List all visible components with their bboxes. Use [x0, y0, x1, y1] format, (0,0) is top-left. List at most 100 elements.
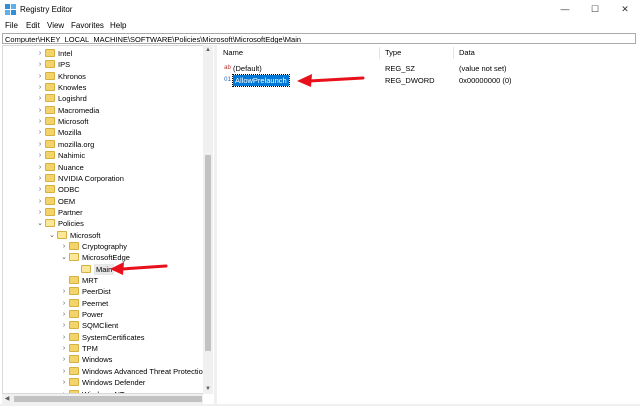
chevron-right-icon[interactable]: ›	[37, 184, 43, 195]
tree-item[interactable]: › Khronos	[3, 71, 203, 82]
tree-item[interactable]: › SystemCertificates	[3, 332, 203, 343]
tree-item-label: SQMClient	[82, 321, 119, 331]
tree-item[interactable]: › Mozilla	[3, 127, 203, 138]
chevron-right-icon[interactable]: ›	[37, 116, 43, 127]
chevron-right-icon[interactable]: ›	[37, 127, 43, 138]
tree-item[interactable]: › mozilla.org	[3, 139, 203, 150]
chevron-right-icon[interactable]: ›	[37, 82, 43, 93]
registry-key-tree[interactable]: › Intel › IPS › Khronos › Knowles › Logishrd › Macr…	[2, 45, 213, 394]
folder-icon	[45, 83, 55, 92]
chevron-right-icon[interactable]: ›	[37, 71, 43, 82]
tree-item[interactable]: ⌄ Microsoft	[3, 230, 203, 241]
folder-icon	[69, 276, 79, 284]
column-header-name[interactable]: Name	[223, 48, 243, 57]
tree-item-label: Knowles	[58, 83, 87, 93]
chevron-down-icon[interactable]: ⌄	[49, 230, 55, 241]
tree-item[interactable]: ⌄ MicrosoftEdge	[3, 252, 203, 263]
chevron-right-icon[interactable]: ›	[61, 332, 67, 343]
chevron-right-icon[interactable]: ›	[61, 320, 67, 331]
tree-item[interactable]: ⌄ Policies	[3, 218, 203, 229]
chevron-right-icon[interactable]: ›	[37, 48, 43, 59]
chevron-down-icon[interactable]: ⌄	[61, 252, 67, 263]
folder-icon	[69, 253, 79, 262]
value-name: (Default)	[233, 64, 262, 73]
chevron-right-icon[interactable]: ›	[61, 343, 67, 354]
tree-hscroll-thumb[interactable]	[14, 396, 202, 402]
tree-item-label: Microsoft	[70, 230, 101, 240]
chevron-right-icon[interactable]: ›	[37, 150, 43, 161]
tree-item[interactable]: › Windows Advanced Threat Protection	[3, 366, 207, 377]
tree-item[interactable]: › Macromedia	[3, 105, 203, 116]
tree-item[interactable]: › SQMClient	[3, 320, 203, 331]
tree-item-label: mozilla.org	[58, 139, 95, 149]
menu-edit[interactable]: Edit	[26, 21, 40, 30]
folder-icon	[45, 219, 55, 228]
chevron-right-icon[interactable]: ›	[37, 93, 43, 104]
tree-item[interactable]: Main	[3, 263, 203, 275]
maximize-button[interactable]: ☐	[580, 0, 610, 19]
column-header-data[interactable]: Data	[459, 48, 475, 57]
menu-file[interactable]: File	[5, 21, 18, 30]
menu-help[interactable]: Help	[110, 21, 126, 30]
chevron-down-icon[interactable]: ⌄	[37, 218, 43, 229]
tree-item[interactable]: › Microsoft	[3, 116, 203, 127]
chevron-right-icon[interactable]: ›	[37, 173, 43, 184]
tree-item[interactable]: › Windows Defender	[3, 377, 203, 388]
tree-item[interactable]: › Power	[3, 309, 203, 320]
tree-item[interactable]: › Peernet	[3, 298, 203, 309]
minimize-button[interactable]: —	[550, 0, 580, 19]
chevron-right-icon[interactable]: ›	[61, 366, 67, 377]
tree-item[interactable]: › OEM	[3, 196, 203, 207]
chevron-right-icon[interactable]: ›	[37, 196, 43, 207]
value-row[interactable]: ab (Default) REG_SZ (value not set)	[221, 63, 621, 74]
tree-item[interactable]: › Logishrd	[3, 93, 203, 104]
tree-item[interactable]: MRT	[3, 275, 203, 286]
tree-item[interactable]: › PeerDist	[3, 286, 203, 297]
scroll-left-icon[interactable]: ◀	[2, 394, 12, 404]
value-type: REG_SZ	[385, 64, 416, 73]
tree-item[interactable]: › Cryptography	[3, 241, 203, 252]
folder-icon	[45, 105, 55, 114]
chevron-right-icon[interactable]: ›	[61, 241, 67, 252]
chevron-right-icon[interactable]: ›	[37, 139, 43, 150]
tree-item[interactable]: › TPM	[3, 343, 203, 354]
column-separator[interactable]	[453, 47, 454, 59]
chevron-right-icon[interactable]: ›	[61, 309, 67, 320]
tree-vertical-scrollbar[interactable]: ▲ ▼	[203, 45, 213, 394]
tree-item-label: Microsoft	[58, 117, 89, 127]
column-separator[interactable]	[379, 47, 380, 59]
chevron-right-icon[interactable]: ›	[37, 162, 43, 173]
tree-item[interactable]: › Knowles	[3, 82, 203, 93]
tree-item-label: SystemCertificates	[82, 332, 145, 342]
scroll-down-icon[interactable]: ▼	[203, 384, 213, 394]
tree-item[interactable]: › Nuance	[3, 162, 203, 173]
tree-item[interactable]: › Windows	[3, 354, 203, 365]
column-header-type[interactable]: Type	[385, 48, 401, 57]
tree-item[interactable]: › Intel	[3, 48, 203, 59]
scroll-up-icon[interactable]: ▲	[203, 45, 213, 55]
chevron-right-icon[interactable]: ›	[37, 105, 43, 116]
values-list[interactable]: Name Type Data ab (Default) REG_SZ (value n…	[217, 45, 638, 404]
value-row[interactable]: 01 AllowPrelaunch REG_DWORD 0x00000000 (0)	[221, 73, 621, 87]
chevron-right-icon[interactable]: ›	[61, 298, 67, 309]
close-button[interactable]: ✕	[610, 0, 640, 19]
tree-item[interactable]: › Nahimic	[3, 150, 203, 161]
tree-scroll-thumb[interactable]	[205, 155, 211, 351]
tree-item[interactable]: › IPS	[3, 59, 203, 70]
tree-item-label: Partner	[58, 207, 83, 217]
chevron-right-icon[interactable]: ›	[61, 286, 67, 297]
menu-favorites[interactable]: Favorites	[71, 21, 104, 30]
chevron-right-icon[interactable]: ›	[37, 59, 43, 70]
tree-item[interactable]: › Partner	[3, 207, 203, 218]
address-bar[interactable]: Computer\HKEY_LOCAL_MACHINE\SOFTWARE\Pol…	[2, 33, 636, 44]
chevron-right-icon[interactable]: ›	[37, 207, 43, 218]
tree-horizontal-scrollbar[interactable]: ◀	[2, 394, 203, 404]
tree-item-label: Peernet	[82, 298, 109, 308]
chevron-right-icon[interactable]: ›	[61, 354, 67, 365]
tree-item[interactable]: › NVIDIA Corporation	[3, 173, 203, 184]
folder-icon	[45, 71, 55, 80]
tree-item[interactable]: › ODBC	[3, 184, 203, 195]
menu-view[interactable]: View	[47, 21, 64, 30]
chevron-right-icon[interactable]: ›	[61, 377, 67, 388]
folder-icon	[69, 310, 79, 319]
